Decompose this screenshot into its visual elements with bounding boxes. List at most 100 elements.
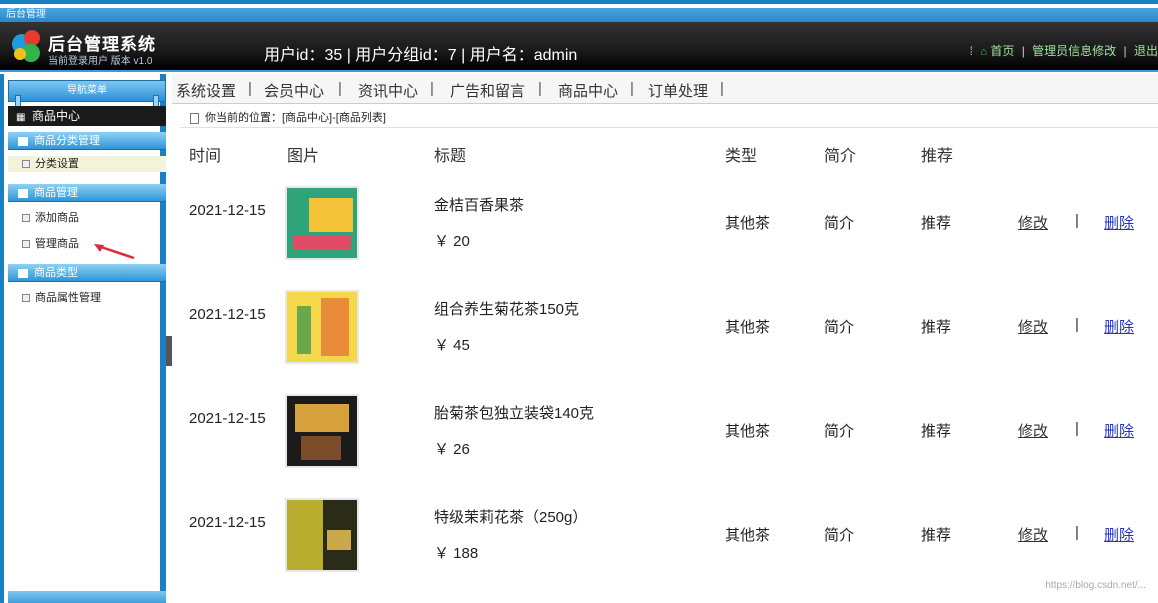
sidebar-active-menu[interactable]: ▦ 商品中心 xyxy=(8,106,166,126)
tab-separator: | xyxy=(338,80,342,97)
app-window: 后台管理 后台管理系统 当前登录用户 版本 v1.0 用户id：35 | 用户分… xyxy=(0,0,1158,603)
edit-link[interactable]: 修改 xyxy=(1018,524,1048,545)
product-image xyxy=(287,500,357,570)
tab-separator: | xyxy=(248,80,252,97)
edit-link[interactable]: 修改 xyxy=(1018,212,1048,233)
doc-icon xyxy=(22,240,30,249)
folder-icon xyxy=(18,268,28,278)
product-type: 其他茶 xyxy=(725,319,771,336)
product-brief: 简介 xyxy=(824,527,855,544)
column-header-title: 标题 xyxy=(434,148,467,165)
action-separator: | xyxy=(1075,420,1079,437)
product-type: 其他茶 xyxy=(725,527,771,544)
window-title: 后台管理 xyxy=(6,9,46,20)
home-link[interactable]: 首页 xyxy=(990,44,1014,58)
header-links: ⁞ ⌂ 首页 | 管理员信息修改 | 退出 xyxy=(966,42,1158,59)
tab-member-center[interactable]: 会员中心 xyxy=(264,80,324,101)
column-header-recommend: 推荐 xyxy=(921,148,954,165)
product-price: ￥ 188 xyxy=(434,545,479,562)
folder-icon xyxy=(18,188,28,198)
sidebar-group-label: 商品分类管理 xyxy=(34,135,100,147)
red-arrow-icon xyxy=(94,244,135,260)
logo-icon xyxy=(12,30,44,62)
product-price: ￥ 45 xyxy=(434,337,470,354)
product-price: ￥ 26 xyxy=(434,441,470,458)
product-brief: 简介 xyxy=(824,423,855,440)
product-recommend: 推荐 xyxy=(921,215,952,232)
delete-link[interactable]: 删除 xyxy=(1104,420,1134,441)
action-separator: | xyxy=(1075,212,1079,229)
product-image xyxy=(287,292,357,362)
row-date: 2021-12-15 xyxy=(189,514,266,531)
sidebar-header: 导航菜单 xyxy=(8,80,166,107)
header-bar: 后台管理系统 当前登录用户 版本 v1.0 用户id：35 | 用户分组id：7… xyxy=(0,22,1158,72)
row-date: 2021-12-15 xyxy=(189,306,266,323)
table-row: 2021-12-15 特级茉莉花茶（250g） ￥ 188 其他茶 简介 推荐 … xyxy=(172,494,1158,598)
sidebar-group-label: 商品类型 xyxy=(34,267,78,279)
breadcrumb-text: 你当前的位置：[商品中心]-[商品列表] xyxy=(205,112,386,124)
header-separator-icon: | xyxy=(1021,44,1025,58)
column-header-time: 时间 xyxy=(189,148,222,165)
product-type: 其他茶 xyxy=(725,423,771,440)
sidebar-item-label: 管理商品 xyxy=(35,238,79,250)
table-row: 2021-12-15 金桔百香果茶 ￥ 20 其他茶 简介 推荐 修改 | 删除 xyxy=(172,182,1158,286)
delete-link[interactable]: 删除 xyxy=(1104,524,1134,545)
tab-news-center[interactable]: 资讯中心 xyxy=(358,80,418,101)
window-title-strip: 后台管理 xyxy=(0,8,1158,22)
sidebar-item-manage-products[interactable]: 管理商品 xyxy=(22,236,79,252)
sidebar-footer xyxy=(8,591,166,603)
product-type: 其他茶 xyxy=(725,215,771,232)
row-date: 2021-12-15 xyxy=(189,410,266,427)
product-brief: 简介 xyxy=(824,215,855,232)
product-recommend: 推荐 xyxy=(921,319,952,336)
doc-icon xyxy=(22,160,30,169)
row-date: 2021-12-15 xyxy=(189,202,266,219)
sidebar-item-category-settings[interactable]: 分类设置 xyxy=(8,156,166,172)
watermark: https://blog.csdn.net/... xyxy=(1045,580,1146,591)
tab-separator: | xyxy=(538,80,542,97)
column-header-type: 类型 xyxy=(725,148,758,165)
logout-link[interactable]: 退出 xyxy=(1134,44,1158,58)
tab-system-settings[interactable]: 系统设置 xyxy=(176,80,236,101)
doc-icon xyxy=(22,294,30,303)
product-recommend: 推荐 xyxy=(921,423,952,440)
grid-icon: ▦ xyxy=(16,112,26,123)
edit-link[interactable]: 修改 xyxy=(1018,420,1048,441)
home-icon[interactable]: ⌂ xyxy=(980,46,987,58)
tab-ads-messages[interactable]: 广告和留言 xyxy=(450,80,525,101)
column-header-image: 图片 xyxy=(287,148,320,165)
breadcrumb: 你当前的位置：[商品中心]-[商品列表] xyxy=(180,108,1158,128)
product-title: 胎菊茶包独立装袋140克 xyxy=(434,405,595,422)
folder-icon xyxy=(18,136,28,146)
sidebar-item-add-product[interactable]: 添加商品 xyxy=(22,210,79,226)
sidebar-item-label: 商品属性管理 xyxy=(35,292,101,304)
sidebar-group-products[interactable]: 商品管理 xyxy=(8,184,166,202)
table-row: 2021-12-15 组合养生菊花茶150克 ￥ 45 其他茶 简介 推荐 修改… xyxy=(172,286,1158,390)
table-row: 2021-12-15 胎菊茶包独立装袋140克 ￥ 26 其他茶 简介 推荐 修… xyxy=(172,390,1158,494)
product-image xyxy=(287,188,357,258)
sidebar-group-category[interactable]: 商品分类管理 xyxy=(8,132,166,150)
product-price: ￥ 20 xyxy=(434,233,470,250)
sidebar-active-menu-label: 商品中心 xyxy=(32,109,81,123)
edit-link[interactable]: 修改 xyxy=(1018,316,1048,337)
product-brief: 简介 xyxy=(824,319,855,336)
tab-separator: | xyxy=(630,80,634,97)
sidebar-item-attributes[interactable]: 商品属性管理 xyxy=(22,290,101,306)
product-title: 特级茉莉花茶（250g） xyxy=(434,509,588,526)
sidebar-group-types[interactable]: 商品类型 xyxy=(8,264,166,282)
delete-link[interactable]: 删除 xyxy=(1104,212,1134,233)
page-icon xyxy=(190,112,199,124)
tab-separator: | xyxy=(430,80,434,97)
header-separator-icon: ⁞ xyxy=(969,44,973,58)
tab-order-processing[interactable]: 订单处理 xyxy=(648,80,708,101)
product-recommend: 推荐 xyxy=(921,527,952,544)
product-title: 金桔百香果茶 xyxy=(434,197,525,214)
top-tab-bar: 系统设置 | 会员中心 | 资讯中心 | 广告和留言 | 商品中心 | 订单处理… xyxy=(172,74,1158,104)
product-title: 组合养生菊花茶150克 xyxy=(434,301,580,318)
admin-info-link[interactable]: 管理员信息修改 xyxy=(1032,44,1116,58)
sidebar-item-label: 添加商品 xyxy=(35,212,79,224)
tab-product-center[interactable]: 商品中心 xyxy=(558,80,618,101)
user-info: 用户id：35 | 用户分组id：7 | 用户名：admin xyxy=(264,47,578,64)
delete-link[interactable]: 删除 xyxy=(1104,316,1134,337)
product-image xyxy=(287,396,357,466)
